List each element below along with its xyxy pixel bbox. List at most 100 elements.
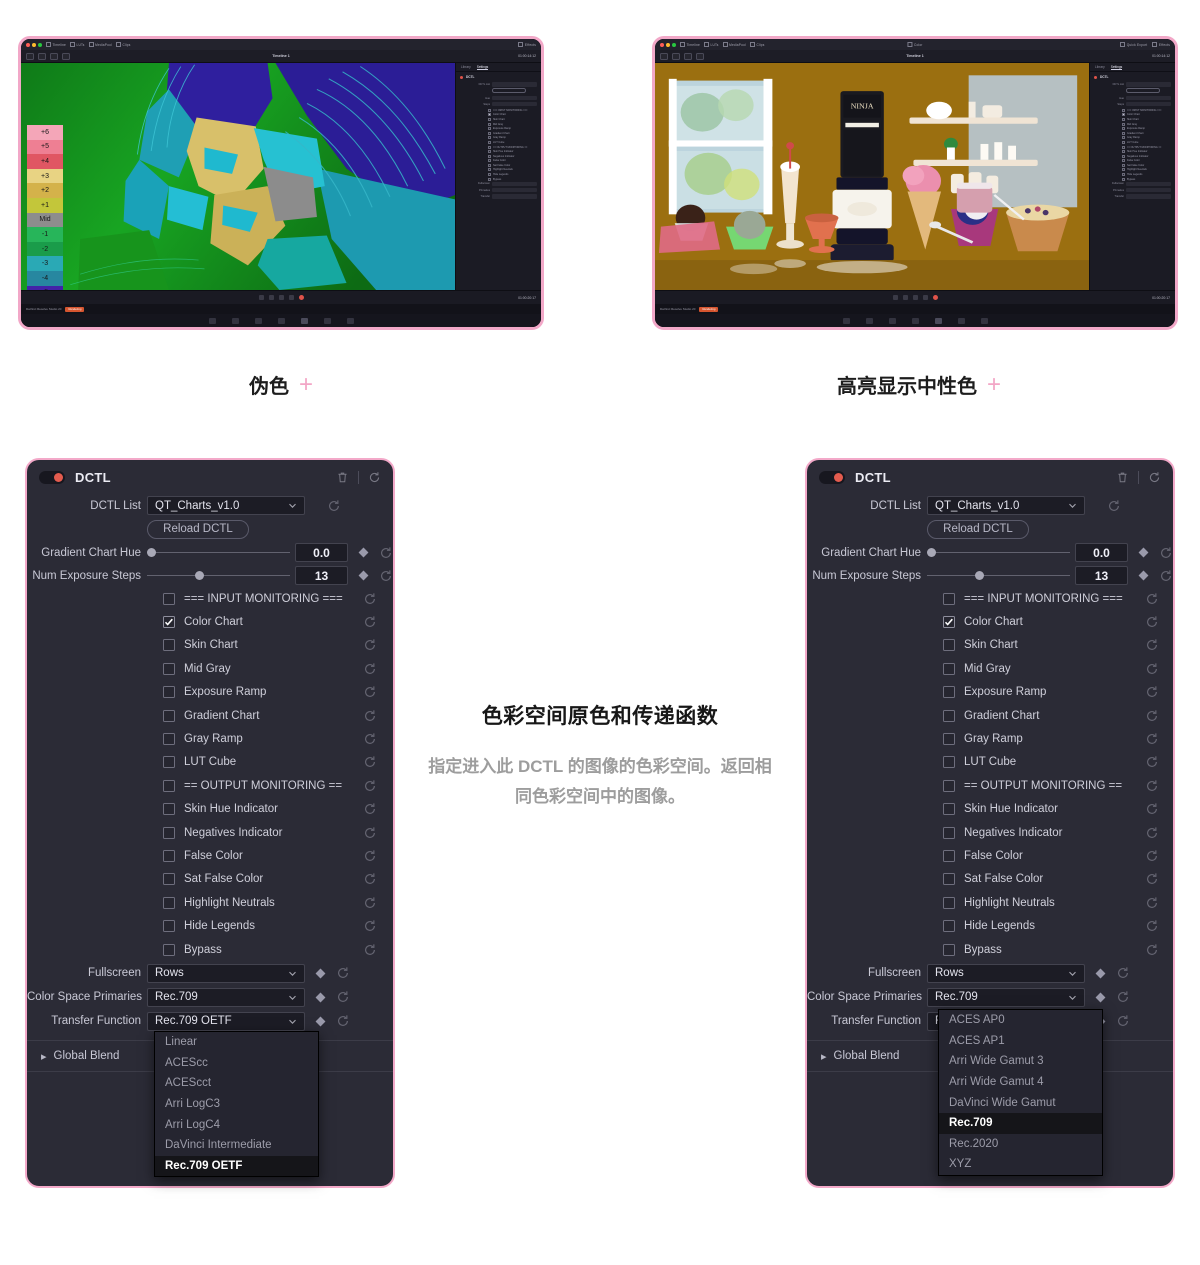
page-deliver[interactable] [346,317,354,324]
menu-item-timeline[interactable]: Timeline [46,42,66,47]
inspector-checkbox[interactable] [1122,177,1125,181]
menu-item-luts[interactable]: LUTs [704,42,719,47]
inspector-transfer-field[interactable] [492,194,537,199]
play-reverse-icon[interactable] [902,295,908,300]
keyframe-diamond-icon[interactable] [1138,547,1149,558]
checkbox-6[interactable] [163,733,175,746]
dctl-list-row[interactable]: DCTL List QT_Charts_v1.0 [807,494,1173,517]
reload-row[interactable]: Reload DCTL [27,517,393,541]
toolbar-color-button[interactable] [62,52,70,60]
checkbox-6[interactable] [943,733,955,746]
page-edit[interactable] [888,317,896,324]
inspector-hue-slider[interactable] [1126,95,1171,101]
checkbox-row[interactable]: Skin Hue Indicator [807,798,1173,821]
dropdown-option-3[interactable]: Arri Wide Gamut 4 [939,1072,1102,1093]
checkbox-row[interactable]: Skin Hue Indicator [27,798,393,821]
reset-icon[interactable] [336,990,350,1004]
play-icon[interactable] [922,295,928,300]
select-field-1[interactable]: Rec.709 [147,987,305,1007]
reset-icon[interactable] [363,943,377,957]
page-fairlight[interactable] [323,317,331,324]
checkbox-4[interactable] [163,686,175,699]
keyframe-diamond-icon[interactable] [1095,968,1106,979]
enable-toggle[interactable] [39,470,65,484]
checkbox-7[interactable] [943,756,955,769]
slider-1[interactable] [927,566,1070,585]
checkbox-row[interactable]: === INPUT MONITORING === [27,587,393,610]
reset-icon[interactable] [1145,849,1159,863]
viewer-highlight-neutrals[interactable]: NINJA [655,63,1089,290]
select-row-0[interactable]: Fullscreen Rows [807,961,1173,985]
inspector-checkbox[interactable] [488,131,491,135]
inspector-dctl-list-field[interactable] [492,82,537,87]
dropdown-option-5[interactable]: DaVinci Intermediate [155,1135,318,1156]
reset-icon[interactable] [363,755,377,769]
checkbox-12[interactable] [163,873,175,886]
slider-value[interactable]: 0.0 [295,543,348,562]
checkbox-8[interactable] [163,779,175,792]
checkbox-row[interactable]: Gray Ramp [807,727,1173,750]
inspector-checkbox[interactable] [1122,113,1125,117]
reset-icon[interactable] [1107,499,1121,513]
reset-icon[interactable] [1116,1014,1130,1028]
reset-icon[interactable] [363,826,377,840]
checkbox-8[interactable] [943,779,955,792]
dropdown-option-5[interactable]: Rec.709 [939,1112,1102,1134]
reset-icon[interactable] [363,779,377,793]
checkbox-row[interactable]: Exposure Ramp [27,681,393,704]
reset-icon[interactable] [368,471,381,484]
inspector-hue-row[interactable]: Hue [460,95,537,101]
skip-back-icon[interactable] [258,295,264,300]
keyframe-diamond-icon[interactable] [315,1016,326,1027]
inspector-fullscreen-field[interactable] [1126,181,1171,187]
inspector-checkbox[interactable] [1122,168,1125,172]
menu-item-timeline[interactable]: Timeline [680,42,700,47]
checkbox-11[interactable] [163,849,175,862]
checkbox-row[interactable]: Hide Legends [807,914,1173,937]
maximize-icon[interactable] [672,42,676,47]
checkbox-row[interactable]: Sat False Color [807,868,1173,891]
inspector-checkbox[interactable] [1122,136,1125,140]
reset-icon[interactable] [1145,779,1159,793]
checkbox-10[interactable] [943,826,955,839]
dropdown-option-2[interactable]: Arri Wide Gamut 3 [939,1051,1102,1072]
reset-icon[interactable] [1145,638,1159,652]
trash-icon[interactable] [1116,471,1129,484]
checkbox-15[interactable] [943,943,955,956]
checkbox-11[interactable] [943,849,955,862]
checkbox-row[interactable]: Sat False Color [27,868,393,891]
reset-icon[interactable] [1159,569,1173,583]
checkbox-14[interactable] [163,920,175,933]
menu-item-mediapool[interactable]: MediaPool [723,42,746,47]
inspector-checkbox[interactable] [1122,163,1125,167]
reload-row[interactable]: Reload DCTL [807,517,1173,541]
dropdown-option-6[interactable]: Rec.709 OETF [155,1155,318,1177]
select-field-0[interactable]: Rows [927,963,1085,983]
reset-icon[interactable] [336,1014,350,1028]
keyframe-diamond-icon[interactable] [1095,992,1106,1003]
checkbox-row[interactable]: Skin Chart [27,634,393,657]
dropdown-option-1[interactable]: ACES AP1 [939,1031,1102,1052]
inspector-fullscreen-row[interactable]: Fullscreen [1094,181,1171,187]
inspector-checkbox[interactable] [1122,117,1125,121]
slider-row[interactable]: Gradient Chart Hue 0.0 [27,541,393,564]
page-cut[interactable] [865,317,873,324]
chevron-right-icon[interactable]: ▸ [821,1050,827,1063]
checkbox-12[interactable] [943,873,955,886]
reset-icon[interactable] [1145,709,1159,723]
dropdown-option-1[interactable]: ACEScc [155,1053,318,1074]
reset-icon[interactable] [363,896,377,910]
slider-knob[interactable] [147,548,156,557]
checkbox-row[interactable]: === INPUT MONITORING === [807,587,1173,610]
inspector-checkbox[interactable] [488,136,491,140]
reload-dctl-button[interactable]: Reload DCTL [147,519,249,539]
window-traffic-lights-right[interactable] [660,42,676,47]
record-icon[interactable] [298,295,304,300]
checkbox-row[interactable]: False Color [807,844,1173,867]
page-media[interactable] [842,317,850,324]
inspector-dctl-list-row[interactable]: DCTL List [1094,82,1171,87]
reset-icon[interactable] [1145,872,1159,886]
page-cut[interactable] [231,317,239,324]
inspector-dctl-list-field[interactable] [1126,82,1171,87]
inspector-checkbox[interactable] [488,140,491,144]
